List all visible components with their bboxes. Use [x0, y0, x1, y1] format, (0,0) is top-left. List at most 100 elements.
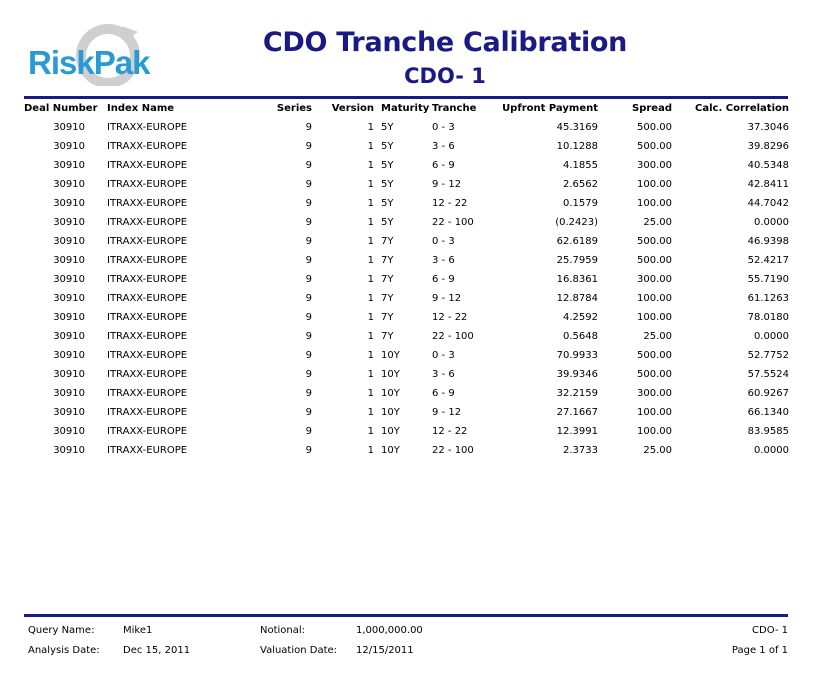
table-row: 30910 ITRAXX-EUROPE 9 1 7Y 3 - 6 25.7959 500.00… [0, 253, 822, 272]
cell-upfront-payment: 0.1579 [563, 198, 598, 209]
cell-index-name: ITRAXX-EUROPE [107, 160, 188, 171]
table-row: 30910 ITRAXX-EUROPE 9 1 10Y 9 - 12 27.1667 100.… [0, 405, 822, 424]
cell-index-name: ITRAXX-EUROPE [107, 426, 188, 437]
cell-maturity: 7Y [381, 293, 394, 304]
cell-deal-number: 30910 [53, 160, 85, 171]
cell-deal-number: 30910 [53, 274, 85, 285]
cell-version: 1 [367, 160, 374, 171]
cell-upfront-payment: 0.5648 [563, 331, 598, 342]
cell-version: 1 [367, 141, 374, 152]
cell-deal-number: 30910 [53, 350, 85, 361]
cell-upfront-payment: 4.1855 [563, 160, 598, 171]
cell-series: 9 [305, 236, 312, 247]
table-row: 30910 ITRAXX-EUROPE 9 1 7Y 9 - 12 12.8784 100.0… [0, 291, 822, 310]
cell-tranche: 22 - 100 [432, 445, 474, 456]
cell-series: 9 [305, 179, 312, 190]
cell-index-name: ITRAXX-EUROPE [107, 198, 188, 209]
cell-version: 1 [367, 407, 374, 418]
cell-tranche: 12 - 22 [432, 198, 468, 209]
cell-series: 9 [305, 198, 312, 209]
cell-calc-correlation: 0.0000 [754, 445, 789, 456]
cell-spread: 100.00 [637, 426, 672, 437]
cell-maturity: 5Y [381, 160, 394, 171]
cell-calc-correlation: 55.7190 [747, 274, 789, 285]
cell-series: 9 [305, 255, 312, 266]
cell-spread: 100.00 [637, 293, 672, 304]
cell-spread: 25.00 [643, 217, 672, 228]
cell-index-name: ITRAXX-EUROPE [107, 255, 188, 266]
col-deal-number: Deal Number [24, 103, 98, 114]
cell-series: 9 [305, 122, 312, 133]
cell-upfront-payment: 4.2592 [563, 312, 598, 323]
valuation-date-label: Valuation Date: [260, 645, 338, 656]
notional-label: Notional: [260, 625, 306, 636]
cell-version: 1 [367, 179, 374, 190]
cell-version: 1 [367, 122, 374, 133]
cell-tranche: 3 - 6 [432, 255, 455, 266]
cell-series: 9 [305, 274, 312, 285]
table-row: 30910 ITRAXX-EUROPE 9 1 5Y 22 - 100 (0.2423) 25… [0, 215, 822, 234]
col-series: Series [276, 103, 312, 114]
cell-maturity: 7Y [381, 312, 394, 323]
col-spread: Spread [632, 103, 672, 114]
cell-upfront-payment: 62.6189 [556, 236, 598, 247]
cell-tranche: 22 - 100 [432, 217, 474, 228]
cell-series: 9 [305, 426, 312, 437]
cell-index-name: ITRAXX-EUROPE [107, 141, 188, 152]
cell-calc-correlation: 60.9267 [747, 388, 789, 399]
footer-divider [24, 614, 788, 617]
cell-deal-number: 30910 [53, 331, 85, 342]
cell-upfront-payment: 10.1288 [556, 141, 598, 152]
col-index-name: Index Name [107, 103, 175, 114]
cell-version: 1 [367, 312, 374, 323]
cell-index-name: ITRAXX-EUROPE [107, 179, 188, 190]
cell-tranche: 6 - 9 [432, 160, 455, 171]
cell-calc-correlation: 61.1263 [747, 293, 789, 304]
analysis-date-label: Analysis Date: [28, 645, 100, 656]
cell-upfront-payment: 2.3733 [563, 445, 598, 456]
cell-index-name: ITRAXX-EUROPE [107, 350, 188, 361]
cell-deal-number: 30910 [53, 255, 85, 266]
col-maturity: Maturity [381, 103, 430, 114]
cell-version: 1 [367, 426, 374, 437]
cell-calc-correlation: 0.0000 [754, 331, 789, 342]
cell-maturity: 5Y [381, 198, 394, 209]
cell-upfront-payment: 39.9346 [556, 369, 598, 380]
cell-calc-correlation: 57.5524 [747, 369, 789, 380]
cell-version: 1 [367, 350, 374, 361]
cell-deal-number: 30910 [53, 312, 85, 323]
cell-series: 9 [305, 293, 312, 304]
cell-deal-number: 30910 [53, 217, 85, 228]
cell-version: 1 [367, 388, 374, 399]
col-calc-correlation: Calc. Correlation [695, 103, 789, 114]
cell-index-name: ITRAXX-EUROPE [107, 445, 188, 456]
notional-value: 1,000,000.00 [356, 625, 423, 636]
table-row: 30910 ITRAXX-EUROPE 9 1 10Y 12 - 22 12.3991 100… [0, 424, 822, 443]
cell-calc-correlation: 37.3046 [747, 122, 789, 133]
col-upfront-payment: Upfront Payment [502, 103, 598, 114]
cell-version: 1 [367, 331, 374, 342]
cell-upfront-payment: 25.7959 [556, 255, 598, 266]
cell-calc-correlation: 40.5348 [747, 160, 789, 171]
cell-spread: 100.00 [637, 407, 672, 418]
table-row: 30910 ITRAXX-EUROPE 9 1 5Y 3 - 6 10.1288 500.00… [0, 139, 822, 158]
cell-calc-correlation: 42.8411 [747, 179, 789, 190]
col-version: Version [331, 103, 374, 114]
cell-tranche: 3 - 6 [432, 141, 455, 152]
query-name-label: Query Name: [28, 625, 95, 636]
table-row: 30910 ITRAXX-EUROPE 9 1 5Y 12 - 22 0.1579 100.0… [0, 196, 822, 215]
cell-series: 9 [305, 445, 312, 456]
table-row: 30910 ITRAXX-EUROPE 9 1 10Y 3 - 6 39.9346 500.0… [0, 367, 822, 386]
cell-series: 9 [305, 407, 312, 418]
analysis-date-value: Dec 15, 2011 [123, 645, 191, 656]
cell-deal-number: 30910 [53, 445, 85, 456]
cell-version: 1 [367, 217, 374, 228]
cell-tranche: 9 - 12 [432, 407, 462, 418]
cell-tranche: 12 - 22 [432, 426, 468, 437]
table-row: 30910 ITRAXX-EUROPE 9 1 5Y 6 - 9 4.1855 300.00 4… [0, 158, 822, 177]
cell-spread: 100.00 [637, 312, 672, 323]
cell-version: 1 [367, 445, 374, 456]
cell-deal-number: 30910 [53, 141, 85, 152]
cell-spread: 500.00 [637, 141, 672, 152]
cell-deal-number: 30910 [53, 369, 85, 380]
